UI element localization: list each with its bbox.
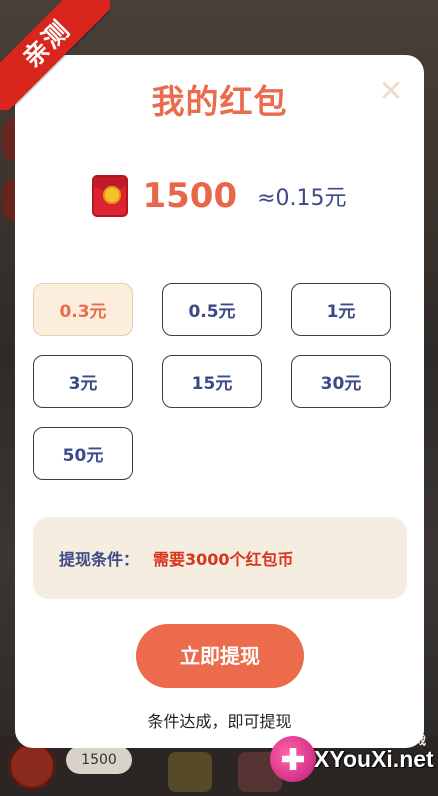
withdraw-option-15[interactable]: 15元	[162, 355, 262, 408]
coin-balance-pill: 1500	[66, 746, 132, 774]
red-envelope-icon	[92, 175, 129, 217]
red-envelope-modal: 我的红包 ✕ 1500 ≈0.15元 0.3元 0.5元 1元 3元 15元 3…	[15, 55, 424, 748]
avatar[interactable]	[8, 742, 56, 790]
withdraw-now-button[interactable]: 立即提现	[136, 624, 304, 688]
withdraw-option-1[interactable]: 1元	[291, 283, 391, 336]
bottom-nav-icon[interactable]	[168, 752, 212, 792]
withdraw-option-30[interactable]: 30元	[291, 355, 391, 408]
withdraw-option-3[interactable]: 3元	[33, 355, 133, 408]
watermark-text: XYouXi.net	[314, 746, 434, 772]
ribbon-label: 亲测	[0, 0, 110, 110]
balance-rmb-value: ≈0.15元	[257, 186, 347, 211]
balance-amount: 1500	[142, 176, 238, 216]
condition-label: 提现条件：	[59, 550, 140, 569]
close-icon[interactable]: ✕	[378, 77, 404, 107]
site-watermark: X游戏 XYouXi.net	[270, 732, 434, 788]
withdraw-condition: 提现条件： 需要3000个红包币	[33, 517, 407, 599]
withdraw-option-0.5[interactable]: 0.5元	[162, 283, 262, 336]
gamepad-logo-icon	[270, 736, 316, 782]
balance-row: 1500 ≈0.15元	[15, 173, 424, 219]
withdraw-option-50[interactable]: 50元	[33, 427, 133, 480]
withdraw-hint: 条件达成，即可提现	[147, 712, 292, 731]
withdraw-option-0.3[interactable]: 0.3元	[33, 283, 133, 336]
corner-ribbon: 亲测	[0, 0, 110, 110]
condition-value: 需要3000个红包币	[153, 550, 294, 569]
